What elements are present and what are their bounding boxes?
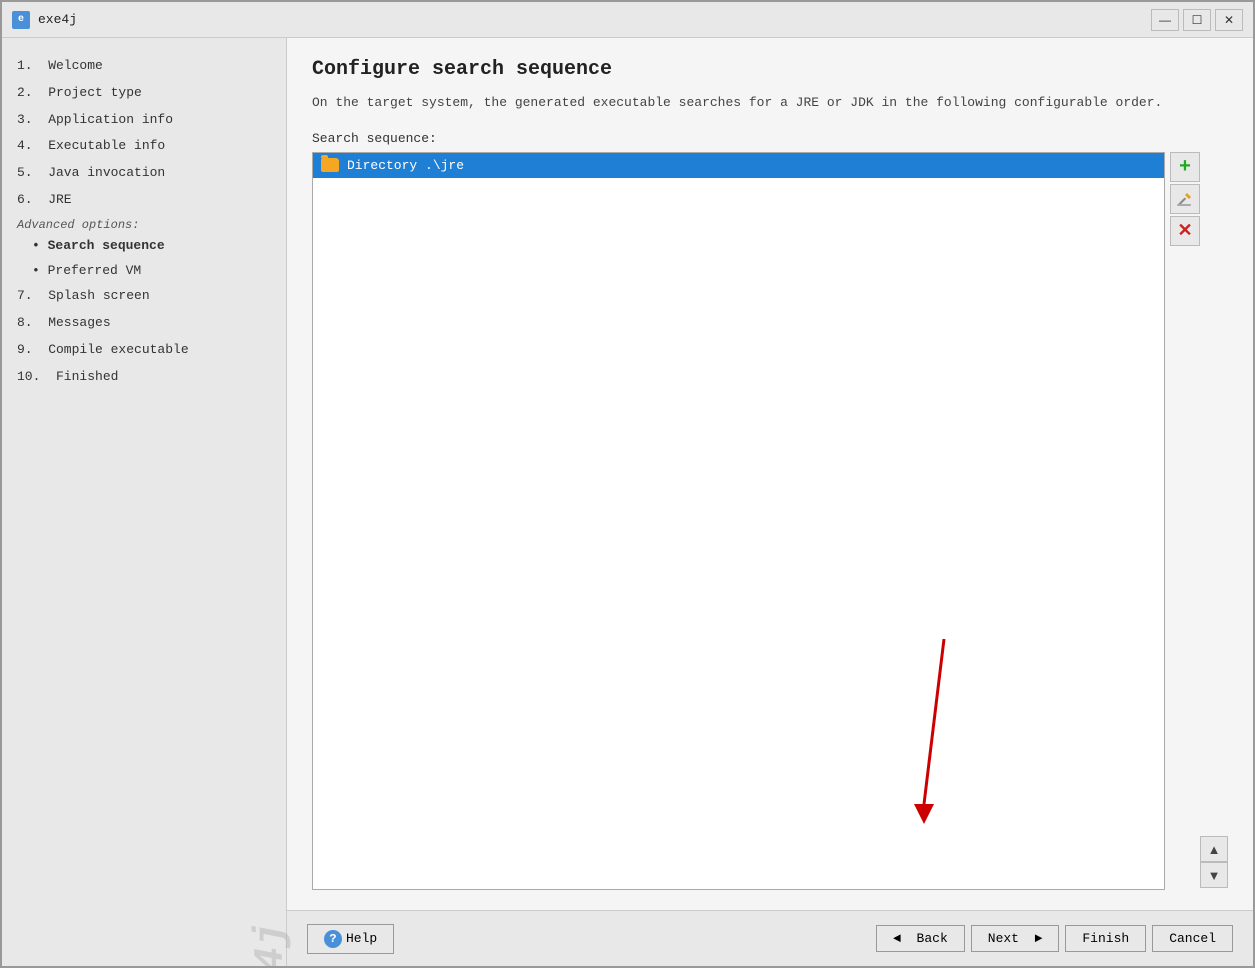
sidebar-nav: 1. Welcome 2. Project type 3. Applicatio…: [12, 53, 276, 951]
sidebar-item-application-info[interactable]: 3. Application info: [12, 107, 276, 134]
sidebar-item-java-invocation[interactable]: 5. Java invocation: [12, 160, 276, 187]
content-main: Configure search sequence On the target …: [287, 38, 1253, 910]
search-sequence-list[interactable]: Directory .\jre: [312, 152, 1165, 891]
footer-left: ? Help: [307, 924, 394, 954]
sidebar-item-welcome[interactable]: 1. Welcome: [12, 53, 276, 80]
main-window: e exe4j — ☐ ✕ 1. Welcome 2. Project type…: [0, 0, 1255, 968]
sequence-label: Search sequence:: [312, 131, 1228, 146]
page-description: On the target system, the generated exec…: [312, 93, 1228, 113]
footer-right: ◄ Back Next ► Finish Cancel: [876, 925, 1233, 952]
delete-item-button[interactable]: ✕: [1170, 216, 1200, 246]
red-arrow-annotation: [864, 629, 984, 829]
back-button[interactable]: ◄ Back: [876, 925, 965, 952]
close-button[interactable]: ✕: [1215, 9, 1243, 31]
title-bar: e exe4j — ☐ ✕: [2, 2, 1253, 38]
sidebar-item-messages[interactable]: 8. Messages: [12, 310, 276, 337]
maximize-button[interactable]: ☐: [1183, 9, 1211, 31]
sidebar-item-preferred-vm[interactable]: • Preferred VM: [12, 259, 276, 284]
list-item-text: Directory .\jre: [347, 158, 464, 173]
page-title: Configure search sequence: [312, 58, 1228, 81]
footer: ? Help ◄ Back Next ► Finish Cancel: [287, 910, 1253, 966]
sidebar-item-project-type[interactable]: 2. Project type: [12, 80, 276, 107]
list-action-buttons: + ✕: [1165, 152, 1197, 891]
scroll-down-button[interactable]: ▼: [1200, 862, 1228, 888]
sidebar-item-finished[interactable]: 10. Finished: [12, 364, 276, 391]
sidebar-item-search-sequence[interactable]: • Search sequence: [12, 234, 276, 259]
help-icon: ?: [324, 930, 342, 948]
sidebar: 1. Welcome 2. Project type 3. Applicatio…: [2, 38, 287, 966]
sidebar-item-jre[interactable]: 6. JRE: [12, 187, 276, 214]
window-title: exe4j: [38, 12, 77, 27]
cancel-button[interactable]: Cancel: [1152, 925, 1233, 952]
main-content: 1. Welcome 2. Project type 3. Applicatio…: [2, 38, 1253, 966]
list-area: Directory .\jre +: [312, 152, 1228, 891]
app-icon: e: [12, 11, 30, 29]
list-item[interactable]: Directory .\jre: [313, 153, 1164, 178]
content-area: Configure search sequence On the target …: [287, 38, 1253, 966]
minimize-button[interactable]: —: [1151, 9, 1179, 31]
window-controls: — ☐ ✕: [1151, 9, 1243, 31]
help-button[interactable]: ? Help: [307, 924, 394, 954]
add-item-button[interactable]: +: [1170, 152, 1200, 182]
advanced-options-label: Advanced options:: [12, 214, 276, 234]
edit-item-button[interactable]: [1170, 184, 1200, 214]
sidebar-item-splash-screen[interactable]: 7. Splash screen: [12, 283, 276, 310]
scroll-up-button[interactable]: ▲: [1200, 836, 1228, 862]
folder-icon: [321, 158, 339, 172]
title-bar-left: e exe4j: [12, 11, 77, 29]
next-button[interactable]: Next ►: [971, 925, 1060, 952]
finish-button[interactable]: Finish: [1065, 925, 1146, 952]
sidebar-item-compile[interactable]: 9. Compile executable: [12, 337, 276, 364]
sidebar-watermark: exe4j: [247, 922, 295, 966]
scroll-buttons: ▲ ▼: [1197, 152, 1228, 891]
sidebar-item-executable-info[interactable]: 4. Executable info: [12, 133, 276, 160]
